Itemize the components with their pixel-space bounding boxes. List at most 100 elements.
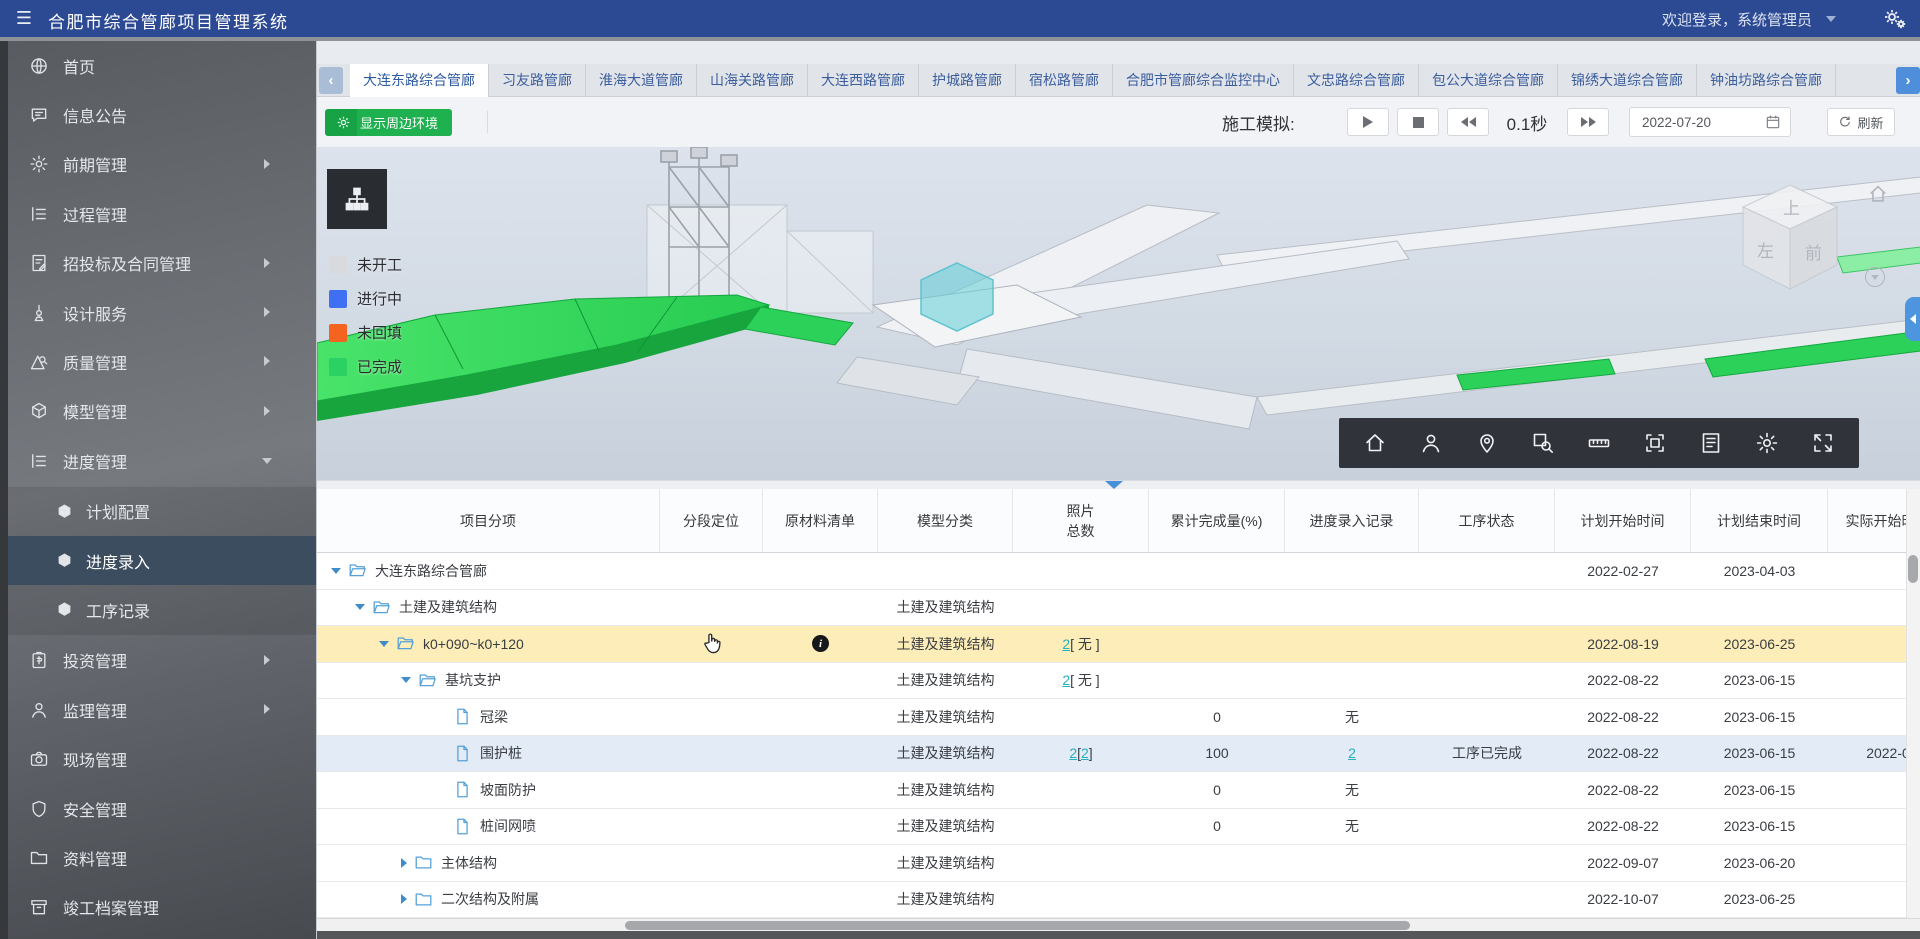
tab-project-2[interactable]: 淮海大道管廊 [586,64,697,97]
table-row[interactable]: 主体结构土建及建筑结构2022-09-072023-06-20 [317,845,1920,882]
sidebar-item-supervision-management[interactable]: 监理管理 [8,685,316,734]
tab-project-7[interactable]: 合肥市管廊综合监控中心 [1113,64,1294,97]
sidebar-item-quality-management[interactable]: 质量管理 [8,337,316,386]
table-row[interactable]: 坡面防护土建及建筑结构0无2022-08-222023-06-15 [317,772,1920,809]
horizontal-scroll-thumb[interactable] [625,921,1410,930]
sidebar-item-design-service[interactable]: 设计服务 [8,288,316,337]
tab-project-11[interactable]: 钟油坊路综合管廊 [1697,64,1836,97]
home-icon[interactable] [1363,431,1387,455]
sidebar-item-investment-management[interactable]: 投资管理 [8,636,316,685]
menu-toggle-icon[interactable]: ☰ [14,8,34,28]
plan-start-cell: 2022-08-22 [1555,772,1691,808]
sidebar-item-site-management[interactable]: 现场管理 [8,734,316,783]
model-tree-button[interactable] [327,169,387,229]
sidebar-item-schedule-management[interactable]: 进度管理 [8,436,316,485]
sidebar-item-plan-config[interactable]: 计划配置 [8,487,316,536]
view-home-icon[interactable] [1867,183,1889,205]
table-row[interactable]: 围护桩土建及建筑结构2 [ 2 ]1002工序已完成2022-08-222023… [317,736,1920,773]
table-row[interactable]: 土建及建筑结构土建及建筑结构 [317,590,1920,627]
project-tab-bar: ‹ 大连东路综合管廊习友路管廊淮海大道管廊山海关路管廊大连西路管廊护城路管廊宿松… [317,64,1920,97]
sidebar-item-progress-entry[interactable]: 进度录入 [8,536,316,585]
collapse-table-icon[interactable] [1105,481,1123,489]
slow-down-button[interactable] [1447,108,1489,136]
welcome-user[interactable]: 欢迎登录，系统管理员 [1662,9,1812,30]
navigation-cube[interactable]: 上 左 前 [1725,177,1855,307]
tab-project-3[interactable]: 山海关路管廊 [697,64,808,97]
view-options-icon[interactable] [1865,267,1885,287]
legend-swatch [329,324,347,342]
tab-project-1[interactable]: 习友路管廊 [489,64,586,97]
box-select-icon[interactable] [1531,431,1555,455]
speed-up-button[interactable] [1567,108,1609,136]
tree-expand-icon[interactable] [401,894,407,904]
sidebar-item-completion-archive[interactable]: 竣工档案管理 [8,883,316,932]
tab-project-0[interactable]: 大连东路综合管廊 [350,64,489,97]
refresh-button[interactable]: 刷新 [1827,108,1895,136]
table-row[interactable]: 桩间网喷土建及建筑结构0无2022-08-222023-06-15 [317,809,1920,846]
person-icon[interactable] [1419,431,1443,455]
sidebar-item-pre-management[interactable]: 前期管理 [8,140,316,189]
tabs-scroll-right-button[interactable]: › [1896,67,1920,94]
simulation-date-picker[interactable]: 2022-07-20 [1629,107,1791,137]
table-row[interactable]: 二次结构及附属土建及建筑结构2022-10-072023-06-25 [317,882,1920,919]
sidebar-item-label: 招投标及合同管理 [63,251,191,275]
tree-expand-icon[interactable] [401,858,407,868]
count-link[interactable]: 2 [1069,745,1077,761]
stop-button[interactable] [1397,108,1439,136]
sidebar-item-home[interactable]: 首页 [8,41,316,90]
ruler-icon[interactable] [1587,431,1611,455]
table-row[interactable]: 大连东路综合管廊2022-02-272023-04-03 [317,553,1920,590]
count-link[interactable]: 2 [1062,672,1070,688]
completion-cell [1149,590,1285,626]
table-row[interactable]: 基坑支护土建及建筑结构2 [ 无 ]2022-08-222023-06-15 [317,663,1920,700]
completion-cell [1149,663,1285,699]
sidebar-item-model-management[interactable]: 模型管理 [8,387,316,436]
count-link[interactable]: 2 [1348,745,1356,761]
item-name: 大连东路综合管廊 [375,561,487,581]
count-link[interactable]: 2 [1062,636,1070,652]
section-icon[interactable] [1643,431,1667,455]
cube-face-front[interactable]: 前 [1805,244,1822,263]
tabs-scroll-left-button[interactable]: ‹ [319,67,343,94]
tab-project-8[interactable]: 文忠路综合管廊 [1294,64,1419,97]
sidebar-item-process-record[interactable]: 工序记录 [8,585,316,634]
sidebar-item-label: 计划配置 [86,499,150,523]
tree-collapse-icon[interactable] [331,568,341,574]
sidebar-item-process-management[interactable]: 过程管理 [8,189,316,238]
play-button[interactable] [1347,108,1389,136]
gear-icon[interactable] [1755,431,1779,455]
sidebar-item-safety-management[interactable]: 安全管理 [8,784,316,833]
vertical-scroll-thumb[interactable] [1908,555,1918,583]
sidebar-item-document-management[interactable]: 资料管理 [8,833,316,882]
tree-collapse-icon[interactable] [355,604,365,610]
model-viewport[interactable]: 未开工进行中未回填已完成 上 左 前 [317,147,1920,480]
table-row[interactable]: k0+090~k0+120i土建及建筑结构2 [ 无 ]2022-08-1920… [317,626,1920,663]
info-icon[interactable]: i [812,635,829,652]
tab-project-10[interactable]: 锦绣大道综合管廊 [1558,64,1697,97]
tree-collapse-icon[interactable] [379,641,389,647]
tree-collapse-icon[interactable] [401,677,411,683]
cube-face-top[interactable]: 上 [1783,199,1800,218]
sidebar-item-notice[interactable]: 信息公告 [8,90,316,139]
settings-gears-icon[interactable] [1882,6,1908,32]
tab-project-9[interactable]: 包公大道综合管廊 [1419,64,1558,97]
vertical-scrollbar[interactable] [1906,489,1920,918]
show-surroundings-button[interactable]: 显示周边环境 [325,109,452,136]
photo-count-cell: 2 [ 无 ] [1013,663,1149,699]
tab-project-4[interactable]: 大连西路管廊 [808,64,919,97]
report-icon[interactable] [1699,431,1723,455]
fullscreen-icon[interactable] [1811,431,1835,455]
calendar-icon [1765,114,1781,130]
pin-icon[interactable] [1475,431,1499,455]
cube-face-left[interactable]: 左 [1757,242,1774,261]
tab-project-6[interactable]: 宿松路管廊 [1016,64,1113,97]
tab-project-5[interactable]: 护城路管廊 [919,64,1016,97]
panel-collapse-handle[interactable] [1905,297,1920,341]
table-row[interactable]: 冠梁土建及建筑结构0无2022-08-222023-06-15 [317,699,1920,736]
chevron-right-icon [264,159,270,169]
model-class-cell: 土建及建筑结构 [878,772,1013,808]
horizontal-scrollbar[interactable] [317,918,1920,931]
user-menu-caret-icon[interactable] [1826,16,1836,22]
sidebar-item-bidding-contract[interactable]: 招投标及合同管理 [8,239,316,288]
count-link[interactable]: 2 [1081,745,1089,761]
